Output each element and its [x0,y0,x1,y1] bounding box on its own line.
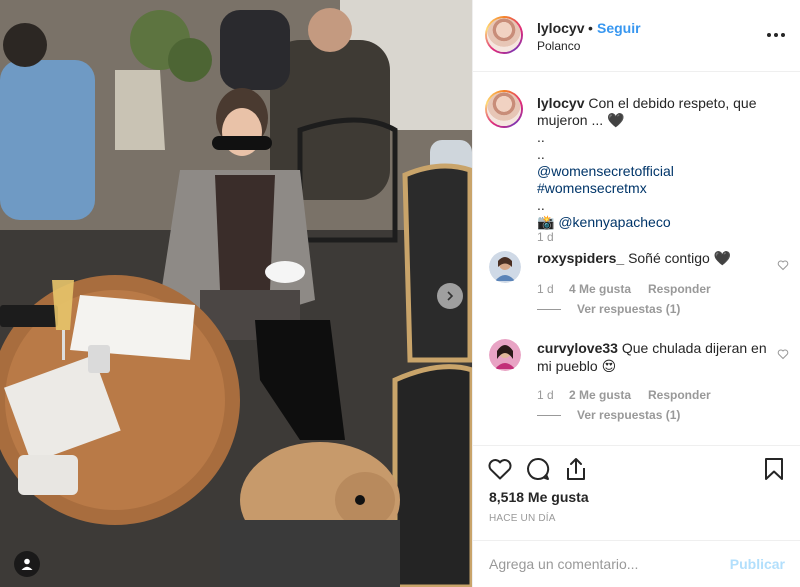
comment-meta: 1 d 2 Me gusta Responder [537,388,711,402]
comment-meta: 1 d 4 Me gusta Responder [537,282,711,296]
caption-tags-link[interactable]: @womensecretofficial #womensecretmx [537,163,674,196]
post-photo-image [0,0,472,587]
caption-dots: .. [537,197,545,213]
caption-author-avatar[interactable] [485,90,523,128]
instagram-post-modal: lylocyv • Seguir Polanco lylocyv Con el … [0,0,800,587]
caption-username[interactable]: lylocyv [537,95,584,111]
publish-button[interactable]: Publicar [730,556,785,572]
comment-text: Soñé contigo 🖤 [628,250,732,266]
follow-button[interactable]: Seguir [597,20,641,36]
post-timestamp[interactable]: HACE UN DÍA [489,513,556,524]
caption-timestamp[interactable]: 1 d [537,230,554,244]
commenter-avatar[interactable] [489,251,521,283]
comment-input[interactable] [489,551,719,577]
comment-timestamp[interactable]: 1 d [537,282,569,296]
carousel-next-button[interactable] [437,283,463,309]
caption-dots: .. [537,129,545,145]
post-caption: lylocyv Con el debido respeto, que mujer… [537,95,787,231]
header-separator: • [588,20,593,36]
post-actions: 8,518 Me gusta HACE UN DÍA [473,445,800,540]
comment-likes[interactable]: 2 Me gusta [569,388,648,402]
bookmark-icon[interactable] [761,456,787,482]
comment-likes[interactable]: 4 Me gusta [569,282,648,296]
reply-button[interactable]: Responder [648,388,711,402]
share-icon[interactable] [563,456,589,482]
comment-icon[interactable] [525,456,551,482]
comment-body: roxyspiders_ Soñé contigo 🖤 [537,249,767,267]
comment-username[interactable]: roxyspiders_ [537,250,624,266]
view-replies-label: Ver respuestas (1) [577,408,681,422]
view-replies-label: Ver respuestas (1) [577,302,681,316]
chevron-right-icon [447,291,454,301]
view-replies-button[interactable]: Ver respuestas (1) [537,408,680,422]
tagged-users-button[interactable] [14,551,40,577]
comment-like-heart-icon[interactable] [777,259,789,271]
comment-timestamp[interactable]: 1 d [537,388,569,402]
commenter-avatar[interactable] [489,339,521,371]
likes-count[interactable]: 8,518 Me gusta [489,489,589,505]
person-icon [21,558,33,570]
heart-icon[interactable] [487,456,513,482]
camera-emoji: 📸 [537,214,555,230]
photo-credit-link[interactable]: @kennyapacheco [558,214,670,230]
author-username[interactable]: lylocyv [537,20,584,36]
comment-body: curvylove33 Que chulada dijeran en mi pu… [537,339,767,375]
reply-button[interactable]: Responder [648,282,711,296]
post-side-panel: lylocyv • Seguir Polanco lylocyv Con el … [472,0,800,587]
author-avatar[interactable] [485,16,523,54]
post-location[interactable]: Polanco [537,39,580,53]
view-replies-button[interactable]: Ver respuestas (1) [537,302,680,316]
comment-username[interactable]: curvylove33 [537,340,618,356]
post-photo[interactable] [0,0,472,587]
comments-section: lylocyv Con el debido respeto, que mujer… [473,73,800,445]
add-comment-bar: Publicar [473,540,800,587]
post-header: lylocyv • Seguir Polanco [473,0,800,72]
caption-dots: .. [537,146,545,162]
more-options-icon[interactable] [767,28,785,42]
comment-like-heart-icon[interactable] [777,348,789,360]
